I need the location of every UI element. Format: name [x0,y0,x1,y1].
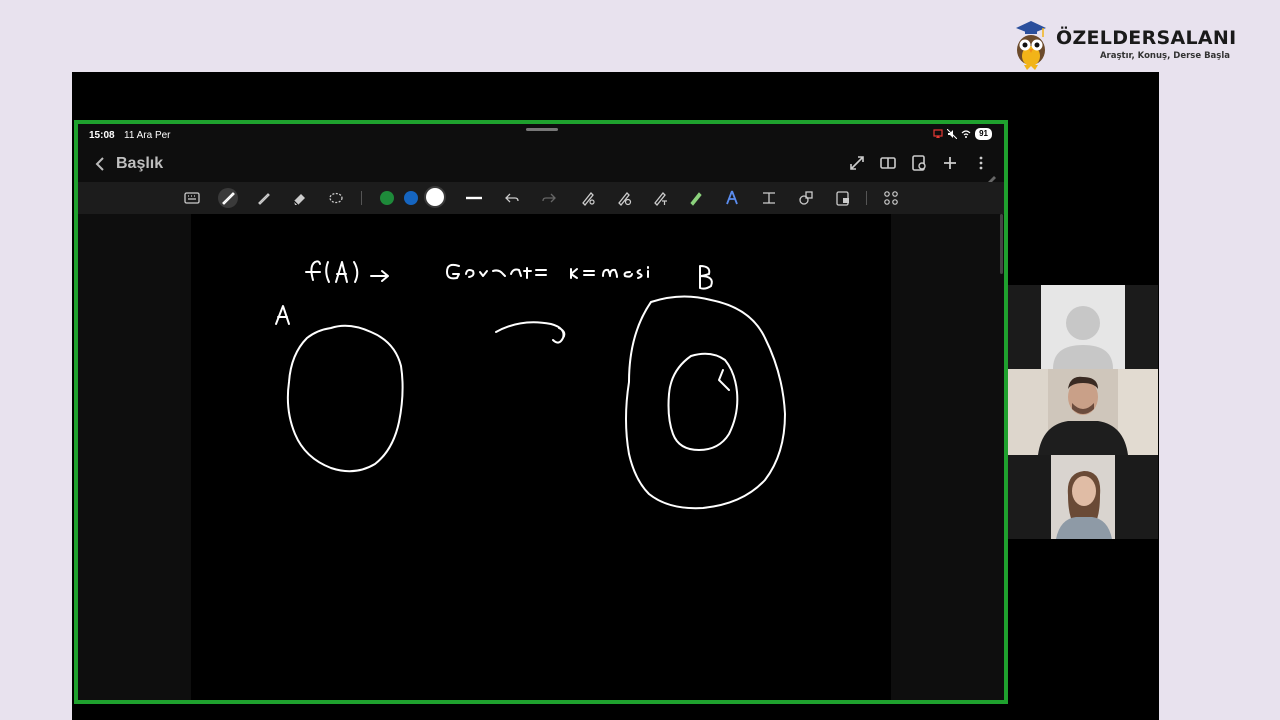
redo-icon[interactable] [539,188,559,208]
pen-icon[interactable] [218,188,238,208]
canvas-scrollbar[interactable] [1000,214,1003,274]
keyboard-icon[interactable] [182,188,202,208]
image-set-f-a [667,352,739,451]
battery-level: 91 [975,128,992,140]
handwriting-canvas[interactable] [191,214,891,700]
owl-mascot-icon [1016,21,1046,70]
white-color-swatch[interactable] [426,188,444,206]
participant-video-male[interactable] [1008,369,1158,455]
pen-settings-icon[interactable] [578,188,598,208]
expand-icon[interactable] [848,154,866,172]
highlighter-icon[interactable] [254,188,274,208]
status-time: 15:08 [89,130,115,141]
undo-icon[interactable] [502,188,522,208]
status-date: 11 Ara Per [124,130,171,141]
female-participant-image [1008,455,1158,539]
text-pen-icon[interactable] [650,188,670,208]
multitask-grabber[interactable] [526,128,558,131]
set-b-codomain [625,295,786,510]
handwritten-formula [305,260,713,290]
participant-video-placeholder[interactable] [1008,285,1158,369]
magic-highlighter-icon[interactable] [686,188,706,208]
insert-text-icon[interactable] [759,188,779,208]
male-participant-image [1008,369,1158,455]
status-bar: 15:08 11 Ara Per 91 [78,124,1004,146]
document-header: Başlık [78,146,1004,182]
set-a-label [275,305,290,325]
eraser-icon[interactable] [290,188,310,208]
toolbar-divider [866,191,867,205]
add-icon[interactable] [941,154,959,172]
mute-icon [947,129,958,139]
brand-tagline: Araştır, Konuş, Derse Başla [1099,51,1230,61]
green-color-swatch[interactable] [380,191,394,205]
document-title[interactable]: Başlık [116,155,163,173]
blue-color-swatch[interactable] [404,191,418,205]
ai-assistant-icon[interactable] [722,188,742,208]
participant-video-female[interactable] [1008,455,1158,539]
image-lock-icon[interactable] [833,188,853,208]
shared-tablet-screen: 15:08 11 Ara Per 91 Başlık [74,120,1008,704]
document-settings-icon[interactable] [910,154,928,172]
more-options-icon[interactable] [972,154,990,172]
back-chevron-icon[interactable] [90,154,110,174]
placeholder-tile [1041,285,1125,369]
stroke-width-icon[interactable] [464,188,484,208]
shapes-icon[interactable] [796,188,816,208]
shape-recognition-icon[interactable] [614,188,634,208]
set-a-domain [286,324,404,473]
toolbar-divider [361,191,362,205]
mapping-arrow [495,321,566,344]
lasso-icon[interactable] [326,188,346,208]
screen-mirroring-icon [933,129,943,138]
person-placeholder-icon [1053,306,1113,369]
brand-logo: ÖZELDERSALANI Araştır, Konuş, Derse Başl… [1012,18,1252,72]
drawing-toolbar [78,182,1004,214]
split-view-icon[interactable] [879,154,897,172]
image-set-notch [718,369,730,391]
brand-name: ÖZELDERSALANI [1056,27,1237,49]
wifi-icon [961,130,971,138]
more-tools-grid-icon[interactable] [881,188,901,208]
